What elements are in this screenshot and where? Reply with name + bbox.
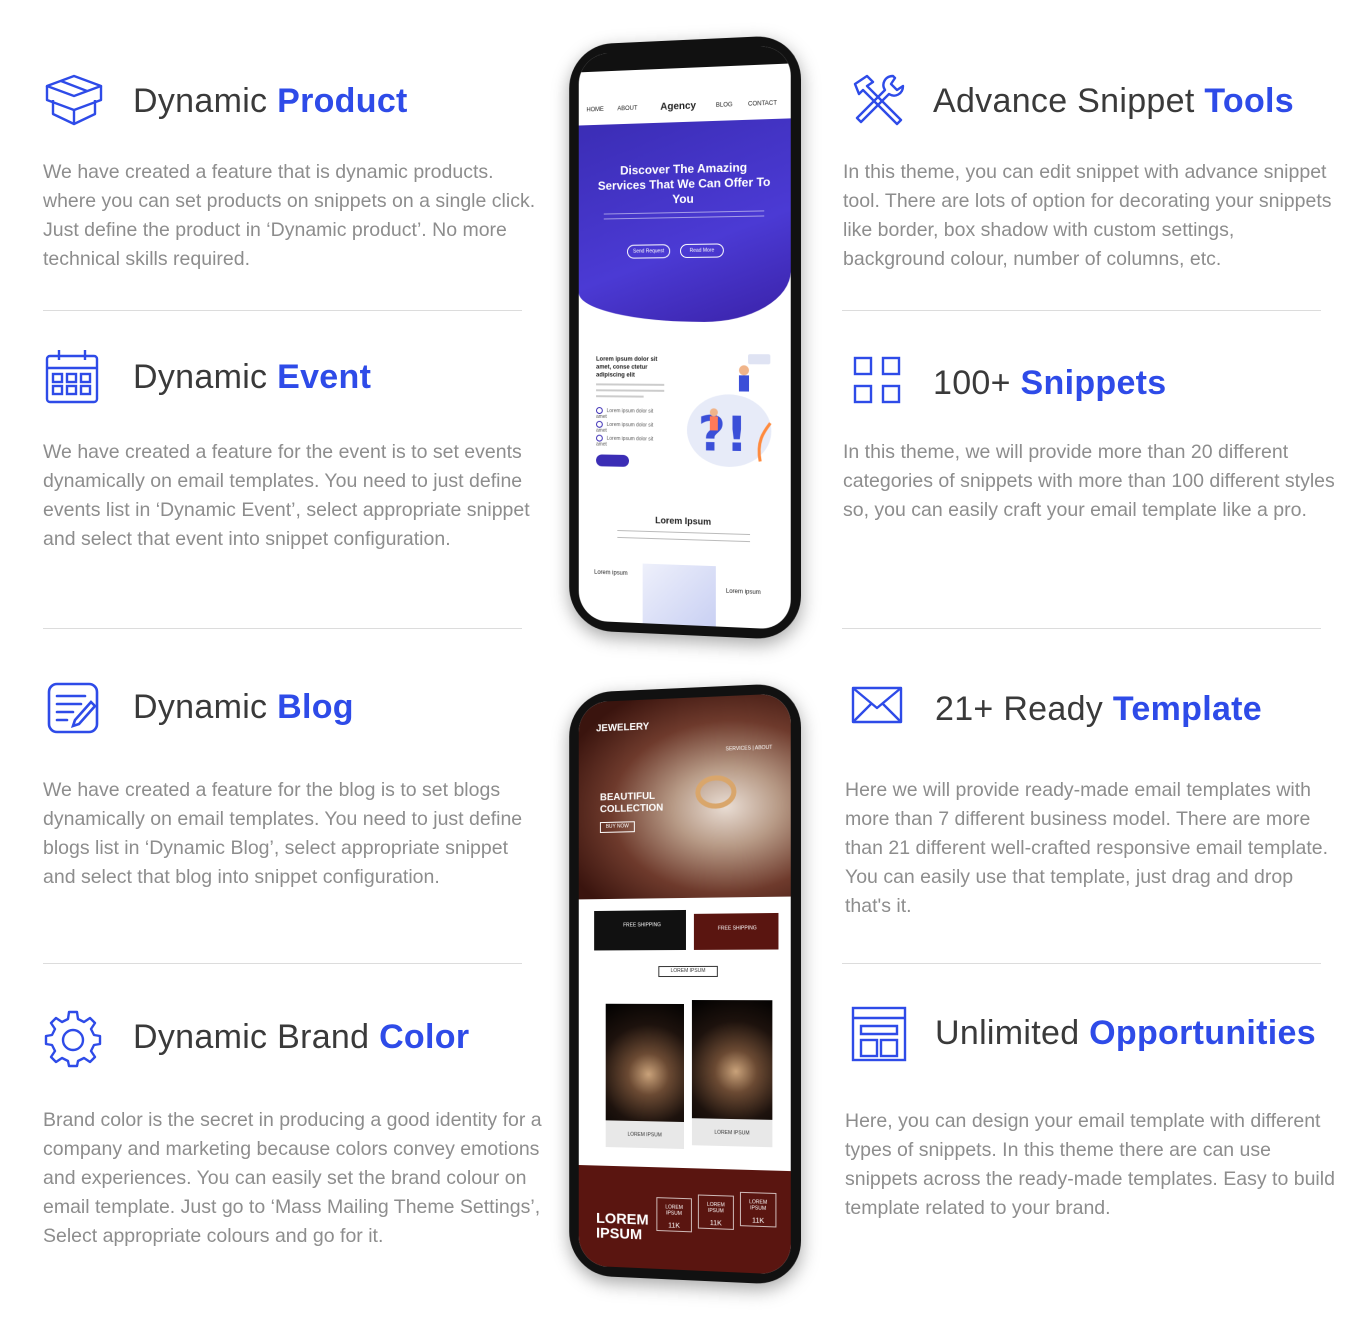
mock-check-item: Lorem ipsum dolor sit amet	[596, 407, 654, 414]
mock-stat: LOREM IPSUM 11K	[698, 1194, 734, 1229]
mock-product-card: LOREM IPSUM	[692, 1000, 772, 1147]
calendar-icon	[43, 348, 105, 410]
svg-text:?!: ?!	[698, 407, 748, 464]
tools-icon	[849, 72, 911, 134]
divider	[842, 963, 1321, 964]
edit-document-icon	[43, 680, 105, 742]
feature-title: 21+ Ready Template	[935, 690, 1262, 729]
mock-stat: LOREM IPSUM 11K	[656, 1197, 692, 1232]
status-bar	[579, 45, 791, 72]
feature-title: Unlimited Opportunities	[935, 1014, 1316, 1053]
feature-title: Dynamic Product	[133, 82, 408, 121]
mock-nav-item: BLOG	[716, 102, 733, 109]
mock-product-image	[692, 1000, 772, 1120]
mock-send-request-button: Send Request	[627, 244, 670, 259]
feature-title: Dynamic Blog	[133, 688, 354, 727]
mock-shipping-card: FREE SHIPPING	[594, 910, 686, 951]
mock-footer: Lorem ipsum Lorem ipsum	[579, 561, 791, 630]
mock-footer-title: LOREM IPSUM	[596, 1211, 654, 1243]
feature-description: We have created a feature that is dynami…	[43, 158, 543, 274]
mock-footer-image	[643, 564, 716, 627]
mock-section-title: Lorem Ipsum	[579, 513, 791, 529]
mock-product-card: LOREM IPSUM	[606, 1004, 684, 1149]
feature-description: We have created a feature for the blog i…	[43, 776, 543, 892]
mock-product-label: LOREM IPSUM	[606, 1131, 684, 1139]
phone-screen: JEWELERY SERVICES | ABOUT BEAUTIFUL COLL…	[579, 693, 791, 1275]
mock-brand: JEWELERY	[596, 721, 649, 734]
mock-hero-subtext	[604, 210, 764, 219]
mock-nav: SERVICES | ABOUT	[726, 745, 773, 753]
divider	[43, 628, 522, 629]
mock-stat: LOREM IPSUM 11K	[740, 1192, 776, 1228]
mock-shipping-card: FREE SHIPPING	[694, 913, 779, 950]
mock-read-more-button: Read More	[680, 243, 724, 258]
feature-description: In this theme, we will provide more than…	[843, 438, 1343, 525]
envelope-icon	[851, 682, 913, 744]
feature-description: In this theme, you can edit snippet with…	[843, 158, 1333, 274]
ring-icon	[686, 766, 746, 818]
box-icon	[43, 72, 105, 134]
mock-product-image	[606, 1004, 684, 1122]
mock-body-heading: Lorem ipsum dolor sit amet, conse ctetur…	[596, 356, 674, 380]
mock-section-text	[617, 530, 750, 542]
feature-description: Brand color is the secret in producing a…	[43, 1106, 543, 1251]
mock-read-more-button	[596, 454, 629, 467]
mock-hero: JEWELERY SERVICES | ABOUT BEAUTIFUL COLL…	[579, 693, 791, 899]
mock-nav-item: HOME	[586, 107, 603, 114]
phone-mockup-jewelery: JEWELERY SERVICES | ABOUT BEAUTIFUL COLL…	[569, 683, 801, 1286]
mock-nav-item: CONTACT	[748, 101, 777, 108]
divider	[842, 310, 1321, 311]
divider	[43, 963, 522, 964]
mock-collection-title: BEAUTIFUL COLLECTION	[600, 791, 658, 816]
mock-check-item: Lorem ipsum dolor sit amet	[596, 435, 654, 442]
feature-title: 100+ Snippets	[933, 364, 1167, 403]
divider	[43, 310, 522, 311]
mock-brand: Agency	[660, 101, 696, 113]
feature-title: Dynamic Brand Color	[133, 1018, 469, 1057]
mock-text-lines	[596, 383, 664, 401]
phone-screen: HOME ABOUT Agency BLOG CONTACT Discover …	[579, 45, 791, 630]
feature-description: We have created a feature for the event …	[43, 438, 543, 554]
divider	[842, 628, 1321, 629]
mock-check-item: Lorem ipsum dolor sit amet	[596, 421, 654, 428]
mock-footer-left: Lorem ipsum	[594, 570, 628, 577]
mock-hero: Discover The Amazing Services That We Ca…	[579, 118, 791, 322]
mock-hero-title: Discover The Amazing Services That We Ca…	[596, 160, 772, 209]
feature-description: Here, you can design your email template…	[845, 1107, 1335, 1223]
feature-description: Here we will provide ready-made email te…	[845, 776, 1335, 921]
phone-mockup-agency: HOME ABOUT Agency BLOG CONTACT Discover …	[569, 35, 801, 641]
feature-title: Advance Snippet Tools	[933, 82, 1294, 121]
gear-icon	[43, 1008, 105, 1070]
mock-product-label: LOREM IPSUM	[692, 1129, 772, 1137]
grid-icon	[853, 356, 915, 418]
mock-nav-item: ABOUT	[617, 106, 637, 113]
mock-illustration: ?!	[684, 350, 774, 472]
mock-lorem-button: LOREM IPSUM	[658, 966, 718, 977]
layout-icon	[851, 1006, 913, 1068]
feature-title: Dynamic Event	[133, 358, 371, 397]
mock-buy-now-button: BUY NOW	[600, 821, 635, 833]
mock-footer-right: Lorem ipsum	[726, 589, 761, 596]
mock-footer: LOREM IPSUM LOREM IPSUM 11K LOREM IPSUM 11…	[579, 1165, 791, 1275]
